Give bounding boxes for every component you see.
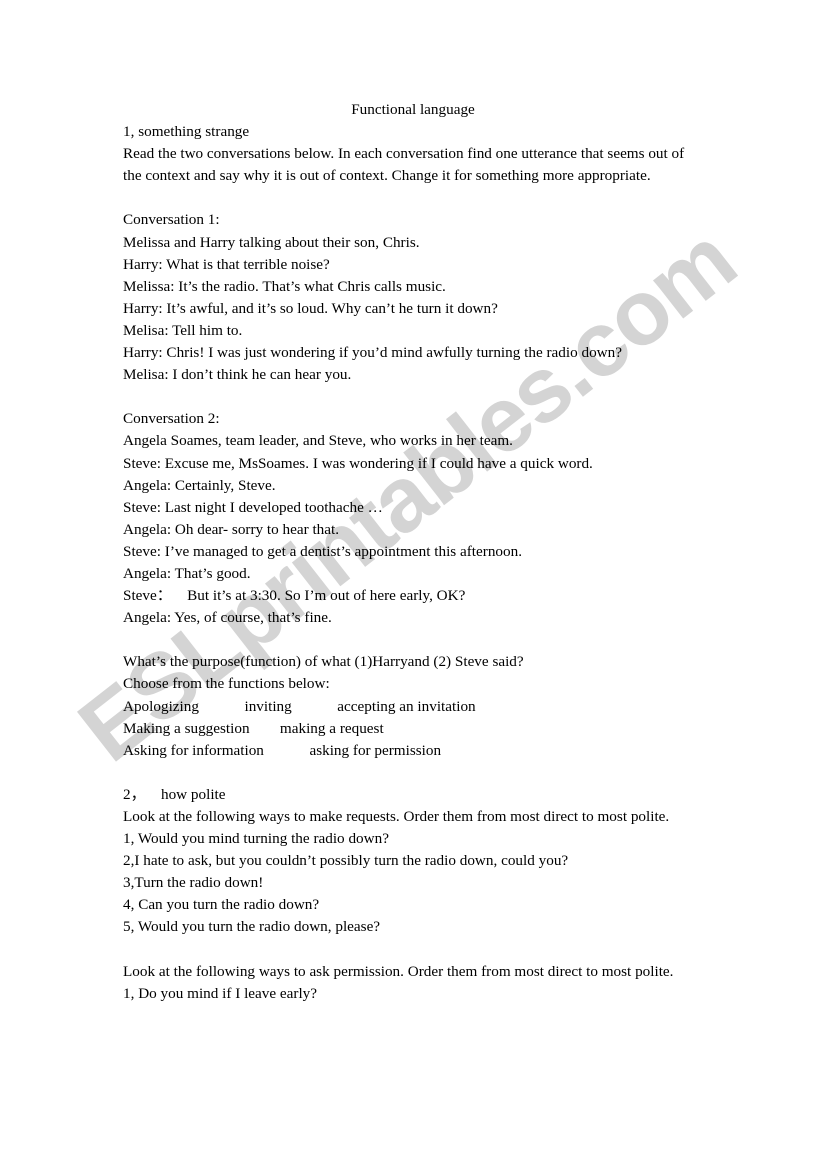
request-item: 2,I hate to ask, but you couldn’t possib… (123, 852, 569, 870)
function-options-line: Making a suggestion making a request (123, 719, 384, 737)
conversation-1-line: Melissa: It’s the radio. That’s what Chr… (123, 277, 446, 295)
section-1-instructions: Read the two conversations below. In eac… (123, 145, 688, 185)
request-item: 1, Would you mind turning the radio down… (123, 830, 389, 848)
section-1-heading: 1, something strange (123, 123, 250, 141)
conversation-2-line: Steve: I’ve managed to get a dentist’s a… (123, 542, 522, 560)
page-title: Functional language (351, 101, 475, 118)
request-item: 5, Would you turn the radio down, please… (123, 918, 381, 936)
permission-item: 1, Do you mind if I leave early? (123, 984, 317, 1002)
conversation-1-line: Melisa: Tell him to. (123, 321, 243, 339)
conversation-2-heading: Conversation 2: (123, 410, 220, 428)
choose-prompt: Choose from the functions below: (123, 675, 330, 693)
conversation-2-line: Angela: Certainly, Steve. (123, 476, 276, 494)
conversation-2-line: Steve： But it’s at 3:30. So I’m out of h… (123, 587, 466, 605)
conversation-1-line: Harry: It’s awful, and it’s so loud. Why… (123, 299, 498, 317)
conversation-2-line: Angela: Yes, of course, that’s fine. (123, 609, 332, 627)
permission-instructions: Look at the following ways to ask permis… (123, 962, 674, 980)
function-options-line: Asking for information asking for permis… (123, 741, 442, 759)
document-body: Functional language 1, something strange… (123, 99, 703, 1005)
purpose-question: What’s the purpose(function) of what (1)… (123, 653, 524, 671)
conversation-1-heading: Conversation 1: (123, 211, 220, 229)
conversation-1-line: Harry: What is that terrible noise? (123, 255, 330, 273)
conversation-1-line: Melisa: I don’t think he can hear you. (123, 366, 352, 384)
worksheet-page: ESLprintables.com Functional language 1,… (0, 0, 826, 1169)
section-2-heading: 2， how polite (123, 785, 226, 803)
conversation-1-setting: Melissa and Harry talking about their so… (123, 233, 420, 251)
conversation-2-line: Angela: That’s good. (123, 564, 251, 582)
function-options-line: Apologizing inviting accepting an invita… (123, 697, 476, 715)
request-item: 4, Can you turn the radio down? (123, 896, 320, 914)
conversation-2-setting: Angela Soames, team leader, and Steve, w… (123, 432, 513, 450)
conversation-2-line: Angela: Oh dear- sorry to hear that. (123, 520, 340, 538)
conversation-2-line: Steve: Excuse me, MsSoames. I was wonder… (123, 454, 593, 472)
conversation-1-line: Harry: Chris! I was just wondering if yo… (123, 344, 622, 362)
request-item: 3,Turn the radio down! (123, 874, 264, 892)
conversation-2-line: Steve: Last night I developed toothache … (123, 498, 383, 516)
requests-instructions: Look at the following ways to make reque… (123, 808, 670, 825)
